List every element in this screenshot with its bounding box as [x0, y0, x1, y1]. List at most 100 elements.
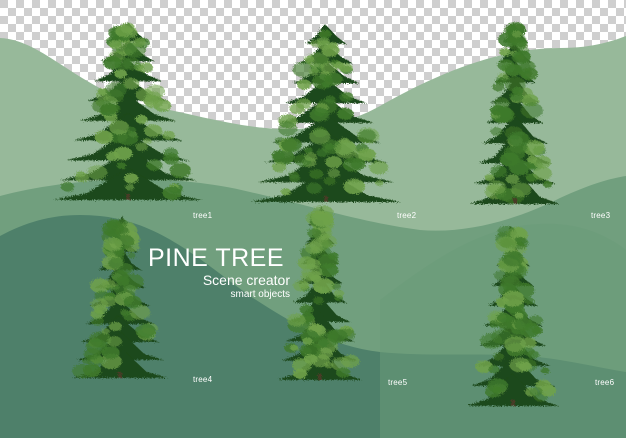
needle-cluster: [502, 251, 524, 267]
tree-trunk: [118, 372, 122, 378]
needle-cluster: [350, 158, 366, 170]
needle-cluster: [504, 336, 526, 352]
needle-cluster: [135, 323, 156, 339]
needle-cluster: [515, 54, 525, 61]
needle-cluster: [335, 142, 358, 159]
needle-cluster: [313, 296, 324, 305]
tree-label-4: tree4: [193, 375, 213, 384]
needle-cluster: [529, 386, 543, 397]
needle-cluster: [126, 126, 137, 134]
needle-cluster: [320, 233, 331, 241]
needle-cluster: [540, 367, 550, 374]
needle-cluster: [101, 328, 110, 335]
needle-cluster: [490, 127, 503, 136]
tree-trunk: [318, 374, 322, 380]
needle-cluster: [102, 346, 120, 359]
needle-cluster: [323, 219, 332, 226]
needle-cluster: [324, 72, 343, 86]
needle-cluster: [518, 362, 532, 372]
needle-cluster: [305, 241, 324, 255]
tree-label-5: tree5: [388, 378, 408, 387]
needle-cluster: [488, 365, 500, 374]
needle-cluster: [102, 221, 124, 237]
needle-cluster: [296, 79, 312, 90]
needle-cluster: [512, 86, 524, 95]
needle-cluster: [162, 130, 176, 140]
needle-cluster: [484, 174, 495, 182]
needle-cluster: [90, 298, 109, 311]
title-main: PINE TREE: [148, 244, 285, 272]
needle-cluster: [324, 361, 334, 369]
needle-cluster: [325, 156, 343, 169]
needle-cluster: [125, 184, 135, 191]
needle-cluster: [280, 188, 291, 196]
needle-cluster: [143, 124, 163, 138]
needle-cluster: [122, 57, 141, 71]
needle-cluster: [309, 107, 330, 122]
needle-cluster: [278, 121, 298, 136]
scene-canvas: tree1 tree2 tree3 tree4 tree5 tree6 PINE…: [0, 0, 626, 438]
needle-cluster: [339, 62, 353, 73]
needle-cluster: [102, 279, 116, 289]
needle-cluster: [343, 178, 365, 195]
needle-cluster: [494, 270, 508, 281]
needle-cluster: [487, 180, 507, 194]
needle-cluster: [135, 115, 148, 124]
needle-cluster: [103, 237, 123, 252]
needle-cluster: [510, 182, 532, 197]
needle-cluster: [333, 289, 345, 298]
needle-cluster: [162, 186, 182, 200]
tree-label-3: tree3: [591, 211, 611, 220]
tree-label-1: tree1: [193, 211, 213, 220]
title-tagline: smart objects: [230, 289, 290, 300]
needle-cluster: [94, 130, 114, 144]
needle-cluster: [514, 317, 533, 331]
needle-cluster: [303, 354, 318, 364]
needle-cluster: [290, 344, 299, 351]
needle-cluster: [281, 137, 302, 153]
needle-cluster: [513, 37, 527, 47]
needle-cluster: [108, 104, 121, 113]
needle-cluster: [512, 30, 522, 38]
needle-cluster: [307, 228, 322, 239]
needle-cluster: [105, 81, 127, 98]
tree-trunk: [511, 400, 515, 406]
needle-cluster: [127, 252, 136, 259]
needle-cluster: [369, 160, 389, 175]
needle-cluster: [143, 138, 152, 145]
needle-cluster: [495, 236, 517, 252]
needle-cluster: [358, 129, 377, 143]
title-block: PINE TREE Scene creator smart objects: [148, 244, 298, 301]
needle-cluster: [505, 174, 520, 184]
needle-cluster: [496, 312, 511, 323]
needle-cluster: [339, 91, 354, 103]
scene-illustration: [0, 0, 626, 438]
needle-cluster: [272, 162, 287, 173]
needle-cluster: [505, 63, 523, 77]
needle-cluster: [327, 168, 340, 178]
needle-cluster: [108, 257, 124, 269]
needle-cluster: [306, 182, 322, 194]
needle-cluster: [375, 180, 384, 187]
tree-trunk: [324, 196, 328, 202]
needle-cluster: [508, 131, 530, 147]
needle-cluster: [319, 29, 332, 39]
needle-cluster: [302, 337, 313, 345]
needle-cluster: [124, 173, 139, 184]
needle-cluster: [309, 128, 331, 145]
needle-cluster: [520, 67, 538, 81]
needle-cluster: [293, 368, 308, 379]
needle-cluster: [310, 274, 322, 283]
needle-cluster: [306, 258, 321, 270]
title-subtitle: Scene creator: [202, 272, 290, 288]
needle-cluster: [491, 386, 502, 394]
needle-cluster: [324, 143, 335, 151]
needle-cluster: [499, 152, 520, 167]
needle-cluster: [103, 56, 122, 70]
needle-cluster: [123, 295, 142, 309]
tree-label-6: tree6: [595, 378, 615, 387]
needle-cluster: [287, 313, 306, 327]
needle-cluster: [341, 354, 360, 368]
needle-cluster: [308, 67, 320, 76]
needle-cluster: [271, 150, 285, 160]
